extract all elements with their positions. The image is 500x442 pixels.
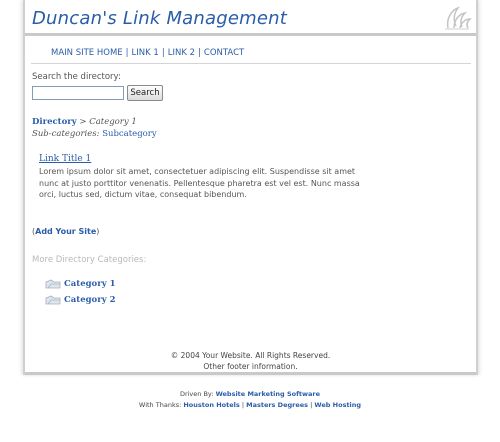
nav-contact[interactable]: CONTACT [204, 48, 244, 58]
listing-title-link[interactable]: Link Title 1 [39, 154, 91, 164]
add-site: (Add Your Site) [32, 227, 99, 236]
nav-link-1[interactable]: LINK 1 [132, 48, 159, 58]
folder-icon [45, 295, 61, 305]
listing-description: Lorem ipsum dolor sit amet, consectetuer… [39, 167, 360, 199]
add-site-close-paren: ) [96, 227, 100, 236]
footer-copyright: © 2004 Your Website. All Rights Reserved… [170, 351, 331, 360]
nav-divider [31, 63, 471, 64]
folder-icon [45, 279, 61, 289]
more-categories-label: More Directory Categories: [32, 255, 147, 265]
driven-by-label: Driven By: [179, 390, 214, 398]
subcategories: Sub-categories: Subcategory [32, 129, 157, 139]
nav-separator: | [125, 48, 129, 58]
nav-separator: | [161, 48, 165, 58]
category-item: Category 2 [45, 293, 116, 307]
page-container: Duncan's Link Management MAIN SITE HOME |… [23, 0, 478, 375]
add-your-site-link[interactable]: Add Your Site [35, 227, 96, 236]
nav-link-2[interactable]: LINK 2 [168, 48, 195, 58]
search-label: Search the directory: [32, 72, 121, 82]
category-item: Category 1 [45, 277, 116, 291]
breadcrumb: Directory > Category 1 [32, 117, 137, 127]
nav-separator: | [198, 48, 201, 58]
credits-separator: | [241, 401, 245, 409]
footer-other-info: Other footer information. [203, 362, 298, 371]
swirl-logo-icon [445, 6, 472, 30]
credits-thanks: With Thanks: Houston Hotels | Masters De… [0, 401, 500, 409]
web-hosting-link[interactable]: Web Hosting [314, 401, 361, 409]
category-2-link[interactable]: Category 2 [64, 295, 116, 305]
header: Duncan's Link Management [25, 0, 476, 36]
nav-main-site-home[interactable]: MAIN SITE HOME [51, 48, 123, 58]
credits-driven-by: Driven By: Website Marketing Software [0, 390, 500, 398]
breadcrumb-separator: > [79, 117, 87, 127]
search-input[interactable] [32, 86, 124, 100]
credits-separator: | [310, 401, 313, 409]
search-button[interactable]: Search [127, 85, 163, 101]
houston-hotels-link[interactable]: Houston Hotels [183, 401, 239, 409]
website-marketing-software-link[interactable]: Website Marketing Software [216, 390, 320, 398]
breadcrumb-directory-link[interactable]: Directory [32, 117, 77, 127]
breadcrumb-current: Category 1 [89, 117, 137, 127]
with-thanks-label: With Thanks: [138, 401, 182, 409]
category-1-link[interactable]: Category 1 [64, 279, 116, 289]
page-bottom-border [25, 372, 476, 375]
subcategory-link[interactable]: Subcategory [102, 129, 156, 139]
main-nav: MAIN SITE HOME | LINK 1 | LINK 2 | CONTACT [51, 48, 244, 62]
subcategories-label: Sub-categories: [32, 129, 100, 139]
masters-degrees-link[interactable]: Masters Degrees [246, 401, 308, 409]
site-title: Duncan's Link Management [32, 8, 288, 29]
